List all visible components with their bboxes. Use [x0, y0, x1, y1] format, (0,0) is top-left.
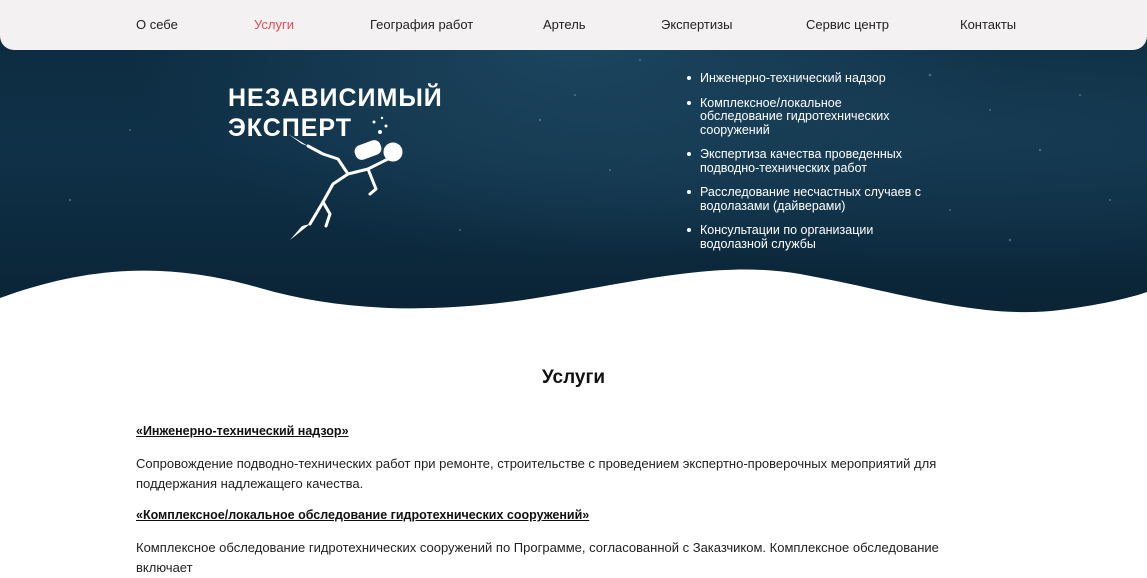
logo-line-1: НЕЗАВИСИМЫЙ: [228, 84, 443, 112]
nav-item-contacts[interactable]: Контакты: [960, 17, 1016, 32]
nav-item-about[interactable]: О себе: [136, 17, 178, 32]
section-link-supervision[interactable]: «Инженерно-технический надзор»: [136, 424, 349, 438]
section-link-inspection[interactable]: «Комплексное/локальное обследование гидр…: [136, 508, 589, 522]
nav-item-expertise[interactable]: Экспертизы: [661, 17, 732, 32]
page-title: Услуги: [541, 367, 606, 388]
nav-item-artel[interactable]: Артель: [543, 17, 586, 32]
hero-service-item[interactable]: Консультации по организации водолазной с…: [686, 223, 926, 251]
section-text-supervision: Сопровождение подводно-технических работ…: [136, 456, 937, 491]
nav-item-services[interactable]: Услуги: [254, 17, 294, 32]
section-text-inspection: Комплексное обследование гидротехнически…: [136, 540, 939, 575]
diver-icon: [288, 116, 403, 240]
hero-service-item[interactable]: Комплексное/локальное обследование гидро…: [686, 96, 926, 138]
hero-service-item[interactable]: Расследование несчастных случаев с водол…: [686, 185, 926, 213]
nav-item-service-center[interactable]: Сервис центр: [806, 17, 889, 32]
nav-item-geography[interactable]: География работ: [370, 17, 473, 32]
hero-service-item[interactable]: Экспертиза качества проведенных подводно…: [686, 147, 926, 175]
hero-service-item[interactable]: Инженерно-технический надзор: [686, 71, 926, 86]
hero-services-list: Инженерно-технический надзор Комплексное…: [686, 71, 926, 262]
top-nav: О себе Услуги География работ Артель Экс…: [0, 0, 1147, 50]
